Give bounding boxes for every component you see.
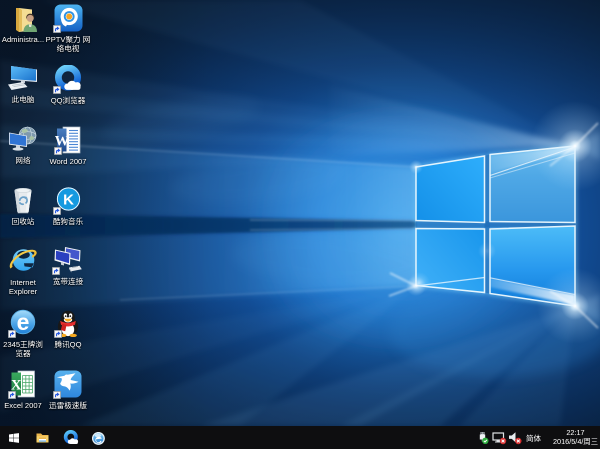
svg-text:e: e (17, 309, 30, 335)
svg-text:K: K (63, 192, 74, 209)
